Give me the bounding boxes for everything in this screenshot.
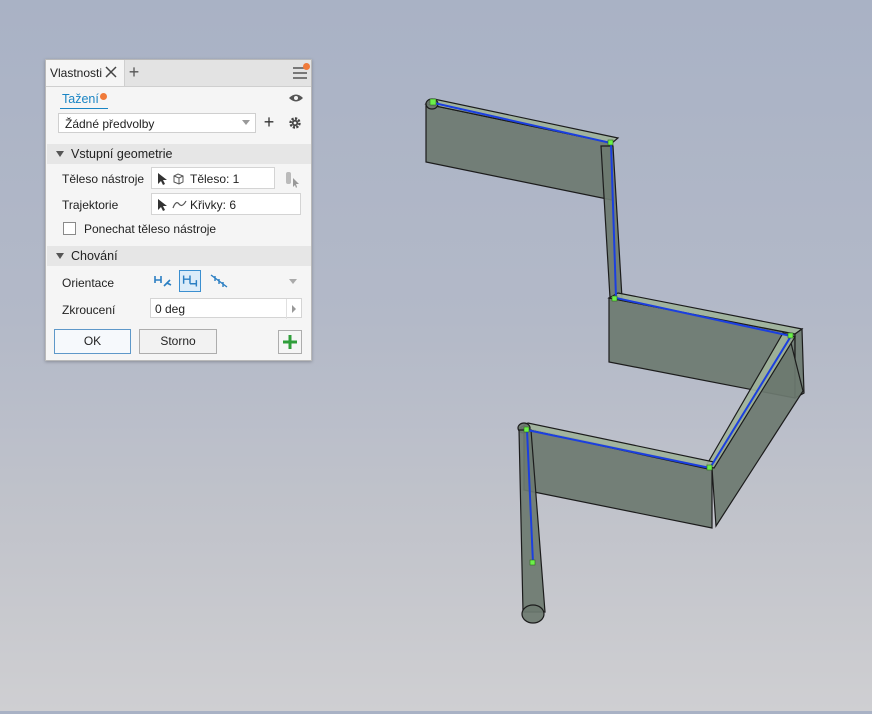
add-icon[interactable]: + [262,113,276,131]
section-input-geometry[interactable]: Vstupní geometrie [47,144,311,164]
twist-value: 0 deg [155,302,186,316]
apply-add-button[interactable] [278,330,302,354]
cursor-icon [158,173,167,185]
chevron-down-icon [56,253,64,259]
keep-tool-checkbox[interactable] [63,222,76,235]
solid-body-icon [173,173,184,185]
panel-tab-bar: Vlastnosti + [46,60,311,87]
twist-stepper[interactable] [286,299,301,319]
notification-dot [303,63,310,70]
path-vertex [607,139,614,146]
orientation-fixed-icon[interactable] [179,270,201,292]
profile-value: Těleso: 1 [190,172,240,186]
chevron-down-icon [56,151,64,157]
path-label: Trajektorie [62,198,119,212]
path-vertex [611,295,618,302]
notification-dot [100,93,107,100]
path-endpoint [529,559,536,566]
add-tab-icon[interactable]: + [126,63,142,81]
preset-value: Žádné předvolby [65,117,155,131]
keep-tool-label: Ponechat těleso nástroje [84,222,217,236]
profile-selector[interactable]: Těleso: 1 [151,167,275,189]
section-behavior[interactable]: Chování [47,246,311,266]
title-underline [60,108,108,109]
chevron-down-icon[interactable] [289,279,297,284]
chevron-down-icon [242,120,250,125]
close-icon[interactable] [104,65,118,79]
bottom-end-cap [521,604,545,624]
path-selector[interactable]: Křivky: 6 [151,193,301,215]
twist-input[interactable]: 0 deg [150,298,302,319]
ok-button[interactable]: OK [54,329,131,354]
path-endpoint [429,98,437,106]
orientation-guide-icon[interactable] [208,270,230,292]
section-label: Chování [71,249,118,263]
path-value: Křivky: 6 [190,198,237,212]
curve-icon [172,200,187,209]
gear-icon[interactable] [288,116,302,130]
path-vertex [523,426,530,433]
profile-label: Těleso nástroje [62,172,145,186]
preset-dropdown[interactable]: Žádné předvolby [58,113,256,133]
solid-body-select-icon[interactable] [284,170,300,188]
twist-label: Zkroucení [62,303,116,317]
path-vertex [787,332,794,339]
tab-properties[interactable]: Vlastnosti [46,60,125,86]
eye-icon[interactable] [288,93,304,103]
path-vertex [706,464,713,471]
cancel-button[interactable]: Storno [139,329,217,354]
orientation-path-icon[interactable] [152,270,174,292]
command-title[interactable]: Tažení [62,92,99,106]
orientation-label: Orientace [62,276,115,290]
properties-panel: Vlastnosti + Tažení Žádné předvolby + Vs… [45,59,312,361]
add-green-icon [283,335,297,349]
tab-label: Vlastnosti [50,66,103,80]
section-label: Vstupní geometrie [71,147,173,161]
cursor-icon [158,199,167,211]
chevron-right-icon [292,305,296,313]
